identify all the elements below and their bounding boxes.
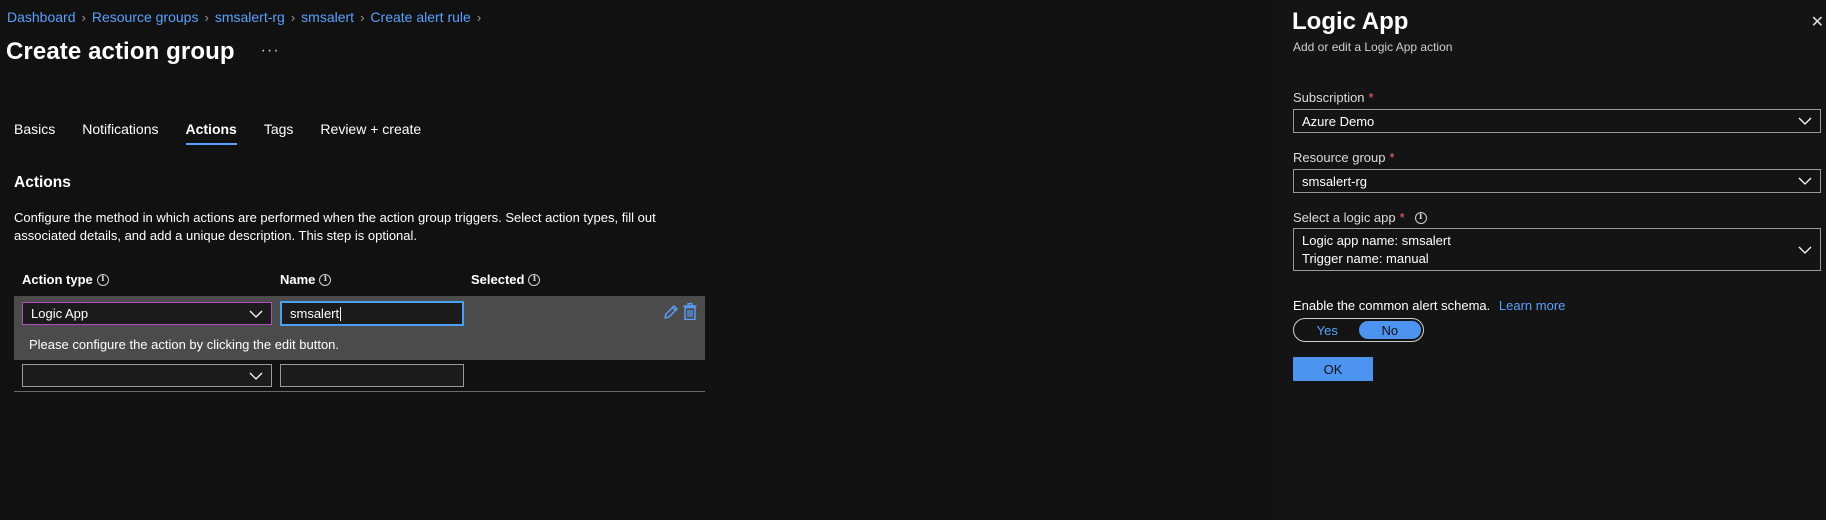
- breadcrumb-resource-groups[interactable]: Resource groups: [92, 9, 199, 25]
- common-alert-schema-row: Enable the common alert schema. Learn mo…: [1293, 298, 1565, 313]
- column-header-label: Name: [280, 272, 316, 287]
- column-header-label: Action type: [22, 272, 93, 287]
- subscription-label: Subscription *: [1293, 90, 1374, 105]
- required-marker: *: [1368, 90, 1374, 105]
- column-header-name: Name i: [280, 272, 332, 287]
- panel-title: Logic App: [1292, 8, 1409, 35]
- panel-subtitle: Add or edit a Logic App action: [1293, 40, 1453, 54]
- close-icon[interactable]: ✕: [1811, 12, 1824, 32]
- chevron-down-icon: [249, 372, 263, 380]
- chevron-down-icon: [249, 310, 263, 318]
- action-type-value: Logic App: [31, 306, 89, 321]
- logic-app-label: Select a logic app * i: [1293, 210, 1427, 225]
- common-alert-schema-toggle: Yes No: [1293, 318, 1424, 342]
- chevron-down-icon: [1798, 177, 1812, 185]
- toggle-option-no[interactable]: No: [1358, 321, 1421, 339]
- required-marker: *: [1399, 210, 1405, 225]
- more-options-icon[interactable]: ···: [261, 42, 280, 60]
- chevron-right-icon: ›: [204, 9, 209, 25]
- common-alert-schema-label: Enable the common alert schema.: [1293, 298, 1491, 313]
- logic-app-label-text: Select a logic app: [1293, 210, 1396, 225]
- ok-button[interactable]: OK: [1293, 357, 1373, 381]
- tab-notifications[interactable]: Notifications: [82, 121, 158, 145]
- logic-app-select[interactable]: Logic app name: smsalert Trigger name: m…: [1293, 228, 1821, 271]
- required-marker: *: [1389, 150, 1395, 165]
- breadcrumb: Dashboard › Resource groups › smsalert-r…: [7, 9, 487, 25]
- subscription-label-text: Subscription: [1293, 90, 1365, 105]
- chevron-right-icon: ›: [81, 9, 86, 25]
- column-header-action-type: Action type i: [22, 272, 109, 287]
- chevron-right-icon: ›: [476, 9, 482, 25]
- info-icon[interactable]: i: [96, 273, 109, 286]
- logic-app-name: Logic app name: smsalert: [1302, 232, 1451, 248]
- chevron-down-icon: [1798, 117, 1812, 125]
- chevron-down-icon: [1798, 246, 1812, 254]
- info-icon[interactable]: i: [319, 273, 332, 286]
- section-title: Actions: [14, 174, 71, 191]
- learn-more-link[interactable]: Learn more: [1499, 298, 1565, 313]
- tab-tags[interactable]: Tags: [264, 121, 294, 145]
- column-header-selected: Selected i: [471, 272, 541, 287]
- chevron-right-icon: ›: [360, 9, 365, 25]
- page-title: Create action group: [6, 38, 235, 65]
- resource-group-select[interactable]: smsalert-rg: [1293, 169, 1821, 193]
- resource-group-value: smsalert-rg: [1302, 173, 1368, 189]
- trash-icon[interactable]: [683, 303, 697, 320]
- tab-bar: Basics Notifications Actions Tags Review…: [14, 121, 448, 145]
- action-name-input[interactable]: smsalert: [280, 301, 464, 326]
- action-type-select-empty[interactable]: [22, 364, 272, 387]
- edit-pencil-icon[interactable]: [663, 304, 679, 320]
- info-icon[interactable]: i: [1414, 211, 1427, 224]
- resource-group-label-text: Resource group: [1293, 150, 1386, 165]
- breadcrumb-create-alert-rule[interactable]: Create alert rule: [370, 9, 470, 25]
- breadcrumb-dashboard[interactable]: Dashboard: [7, 9, 76, 25]
- chevron-right-icon: ›: [290, 9, 296, 25]
- action-name-input-empty[interactable]: [280, 364, 464, 387]
- subscription-value: Azure Demo: [1302, 113, 1375, 129]
- action-row-note: Please configure the action by clicking …: [29, 337, 340, 352]
- info-icon[interactable]: i: [528, 273, 541, 286]
- breadcrumb-resource[interactable]: smsalert: [301, 9, 354, 25]
- tab-basics[interactable]: Basics: [14, 121, 55, 145]
- logic-app-trigger: Trigger name: manual: [1302, 250, 1429, 266]
- main-area: Dashboard › Resource groups › smsalert-r…: [0, 0, 1270, 520]
- page-header: Create action group ···: [6, 38, 280, 66]
- column-header-label: Selected: [471, 272, 525, 287]
- action-type-select[interactable]: Logic App: [22, 302, 272, 325]
- resource-group-label: Resource group *: [1293, 150, 1395, 165]
- toggle-option-yes[interactable]: Yes: [1296, 321, 1359, 339]
- subscription-select[interactable]: Azure Demo: [1293, 109, 1821, 133]
- text-caret: [340, 306, 342, 321]
- section-description: Configure the method in which actions ar…: [14, 210, 656, 243]
- row-divider: [14, 391, 705, 392]
- logic-app-panel: ✕ Logic App Add or edit a Logic App acti…: [1272, 0, 1826, 520]
- tab-actions[interactable]: Actions: [185, 121, 238, 145]
- breadcrumb-resource-group[interactable]: smsalert-rg: [215, 9, 285, 25]
- tab-review-create[interactable]: Review + create: [320, 121, 421, 145]
- action-name-value: smsalert: [290, 306, 340, 321]
